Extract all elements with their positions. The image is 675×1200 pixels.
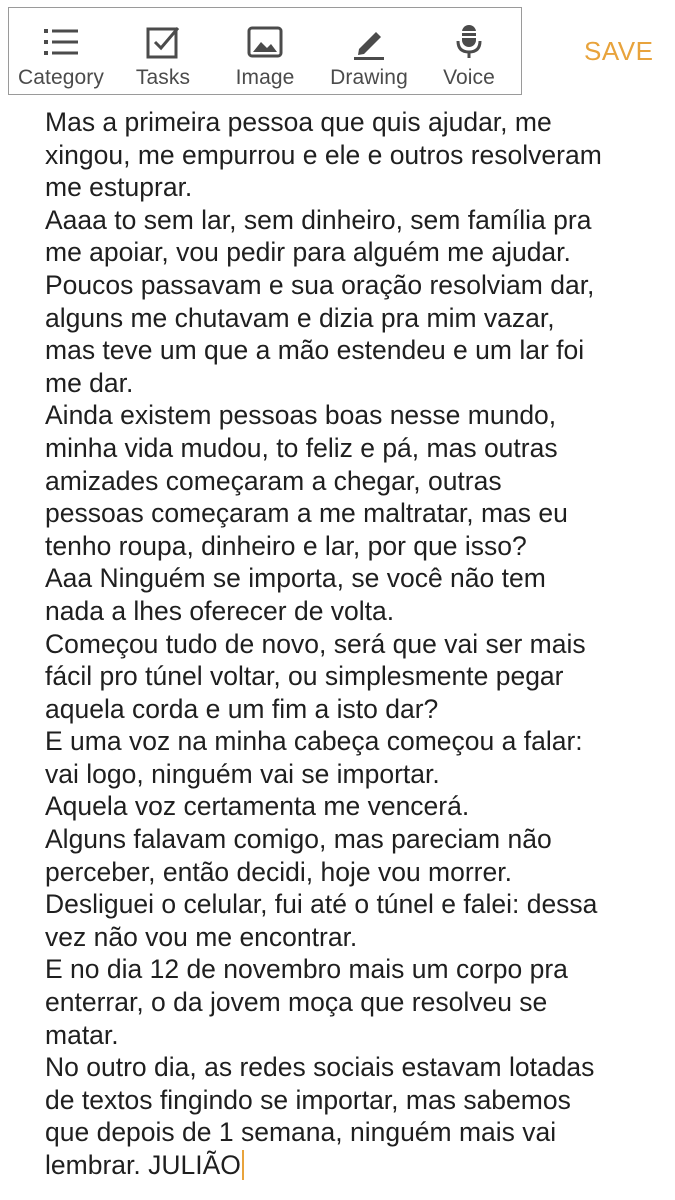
note-line: Aaa Ninguém se importa, se você não tem <box>45 563 546 594</box>
note-line: Ainda existem pessoas boas nesse mundo, <box>45 400 557 431</box>
note-line: de textos fingindo se importar, mas sabe… <box>45 1084 571 1115</box>
note-line: mas teve um que a mão estendeu e um lar … <box>45 335 585 366</box>
microphone-icon <box>449 22 489 62</box>
checkbox-icon <box>143 22 183 62</box>
note-line: Começou tudo de novo, será que vai ser m… <box>45 628 586 659</box>
note-line: fácil pro túnel voltar, ou simplesmente … <box>45 661 564 692</box>
list-icon <box>41 22 81 62</box>
note-line: vez não vou me encontrar. <box>45 921 358 952</box>
category-button[interactable]: Category <box>9 8 113 94</box>
note-line: Aaaa to sem lar, sem dinheiro, sem famíl… <box>45 204 592 235</box>
note-line: me dar. <box>45 367 134 398</box>
note-line: lembrar. JULIÃO <box>45 1150 241 1180</box>
note-line: tenho roupa, dinheiro e lar, por que iss… <box>45 530 527 561</box>
note-line: me apoiar, vou pedir para alguém me ajud… <box>45 237 571 268</box>
tasks-button[interactable]: Tasks <box>113 8 213 94</box>
image-label: Image <box>235 66 295 89</box>
note-line: xingou, me empurrou e ele e outros resol… <box>45 139 602 170</box>
note-line: minha vida mudou, to feliz e pá, mas out… <box>45 432 558 463</box>
note-line: perceber, então decidi, hoje vou morrer. <box>45 856 512 887</box>
note-line: Poucos passavam e sua oração resolviam d… <box>45 269 595 300</box>
note-line: pessoas começaram a me maltratar, mas eu <box>45 498 568 529</box>
note-body[interactable]: Mas a primeira pessoa que quis ajudar, m… <box>45 106 645 1182</box>
note-line: alguns me chutavam e dizia pra mim vazar… <box>45 302 555 333</box>
note-line: Mas a primeira pessoa que quis ajudar, m… <box>45 107 552 137</box>
image-icon <box>245 22 285 62</box>
voice-label: Voice <box>443 66 495 89</box>
note-line: No outro dia, as redes sociais estavam l… <box>45 1052 595 1083</box>
note-line: me estuprar. <box>45 172 193 203</box>
note-last-line: lembrar. JULIÃO <box>45 1149 645 1182</box>
note-line: aquela corda e um fim a isto dar? <box>45 693 439 724</box>
note-line: E no dia 12 de novembro mais um corpo pr… <box>45 954 568 985</box>
note-line: E uma voz na minha cabeça começou a fala… <box>45 726 583 757</box>
note-line: matar. <box>45 1019 119 1050</box>
note-line: Desliguei o celular, fui até o túnel e f… <box>45 889 598 920</box>
text-cursor <box>241 1150 244 1180</box>
category-label: Category <box>17 66 104 89</box>
note-line: enterrar, o da jovem moça que resolveu s… <box>45 987 548 1018</box>
drawing-label: Drawing <box>330 66 408 89</box>
pen-icon <box>349 22 389 62</box>
tasks-label: Tasks <box>135 66 191 89</box>
note-line: amizades começaram a chegar, outras <box>45 465 502 496</box>
note-line: vai logo, ninguém vai se importar. <box>45 758 440 789</box>
voice-button[interactable]: Voice <box>421 8 517 94</box>
note-line: nada a lhes oferecer de volta. <box>45 595 395 626</box>
save-button[interactable]: SAVE <box>584 36 653 67</box>
note-toolbar: Category Tasks Image Drawing Voice <box>8 7 522 95</box>
image-button[interactable]: Image <box>213 8 317 94</box>
drawing-button[interactable]: Drawing <box>317 8 421 94</box>
note-line: Alguns falavam comigo, mas pareciam não <box>45 824 552 855</box>
note-line: Aquela voz certamenta me vencerá. <box>45 791 470 822</box>
note-line: que depois de 1 semana, ninguém mais vai <box>45 1117 557 1148</box>
